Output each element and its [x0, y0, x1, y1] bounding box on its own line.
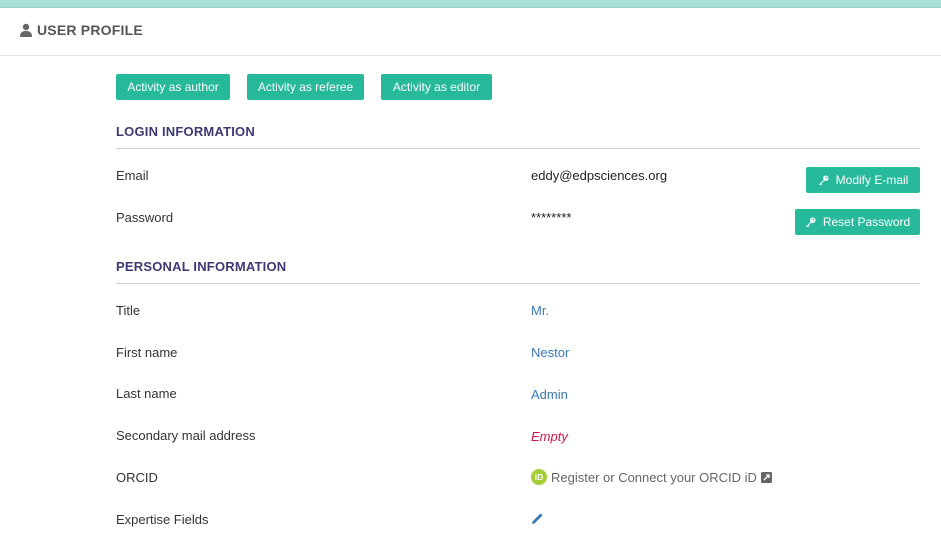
title-label: Title [116, 303, 141, 318]
password-value: ******** [531, 210, 572, 225]
secondary-mail-value[interactable]: Empty [531, 429, 568, 444]
first-name-label: First name [116, 345, 178, 360]
activity-as-author-button[interactable]: Activity as author [116, 74, 230, 100]
email-label: Email [116, 168, 149, 183]
last-name-value[interactable]: Admin [531, 387, 568, 402]
pencil-edit-icon[interactable] [531, 513, 543, 525]
modify-email-button[interactable]: Modify E-mail [806, 167, 920, 193]
title-value[interactable]: Mr. [531, 303, 549, 318]
orcid-icon: iD [531, 469, 547, 485]
user-icon [20, 23, 32, 37]
page-title: USER PROFILE [19, 22, 143, 38]
expertise-fields-label: Expertise Fields [116, 512, 209, 527]
first-name-value[interactable]: Nestor [531, 345, 569, 360]
section-divider [116, 283, 920, 284]
password-label: Password [116, 210, 174, 225]
orcid-link-text: Register or Connect your ORCID iD [551, 469, 757, 485]
reset-password-label: Reset Password [822, 215, 911, 229]
personal-section-title: PERSONAL INFORMATION [116, 259, 287, 274]
secondary-mail-label: Secondary mail address [116, 428, 256, 443]
reset-password-button[interactable]: Reset Password [795, 209, 920, 235]
key-icon [818, 174, 829, 185]
modify-email-label: Modify E-mail [835, 173, 909, 187]
external-link-icon [760, 471, 772, 483]
orcid-label: ORCID [116, 470, 158, 485]
section-divider [116, 148, 920, 149]
login-section-title: LOGIN INFORMATION [116, 124, 255, 139]
activity-as-editor-button[interactable]: Activity as editor [381, 74, 492, 100]
last-name-label: Last name [116, 386, 177, 401]
top-accent-bar [0, 0, 941, 8]
email-value: eddy@edpsciences.org [531, 168, 668, 183]
orcid-connect-link[interactable]: iD Register or Connect your ORCID iD [531, 469, 772, 485]
panel-header: USER PROFILE [0, 8, 941, 56]
page-title-text: USER PROFILE [37, 22, 143, 38]
svg-text:iD: iD [535, 472, 544, 482]
key-icon [805, 216, 816, 227]
activity-as-referee-button[interactable]: Activity as referee [247, 74, 364, 100]
